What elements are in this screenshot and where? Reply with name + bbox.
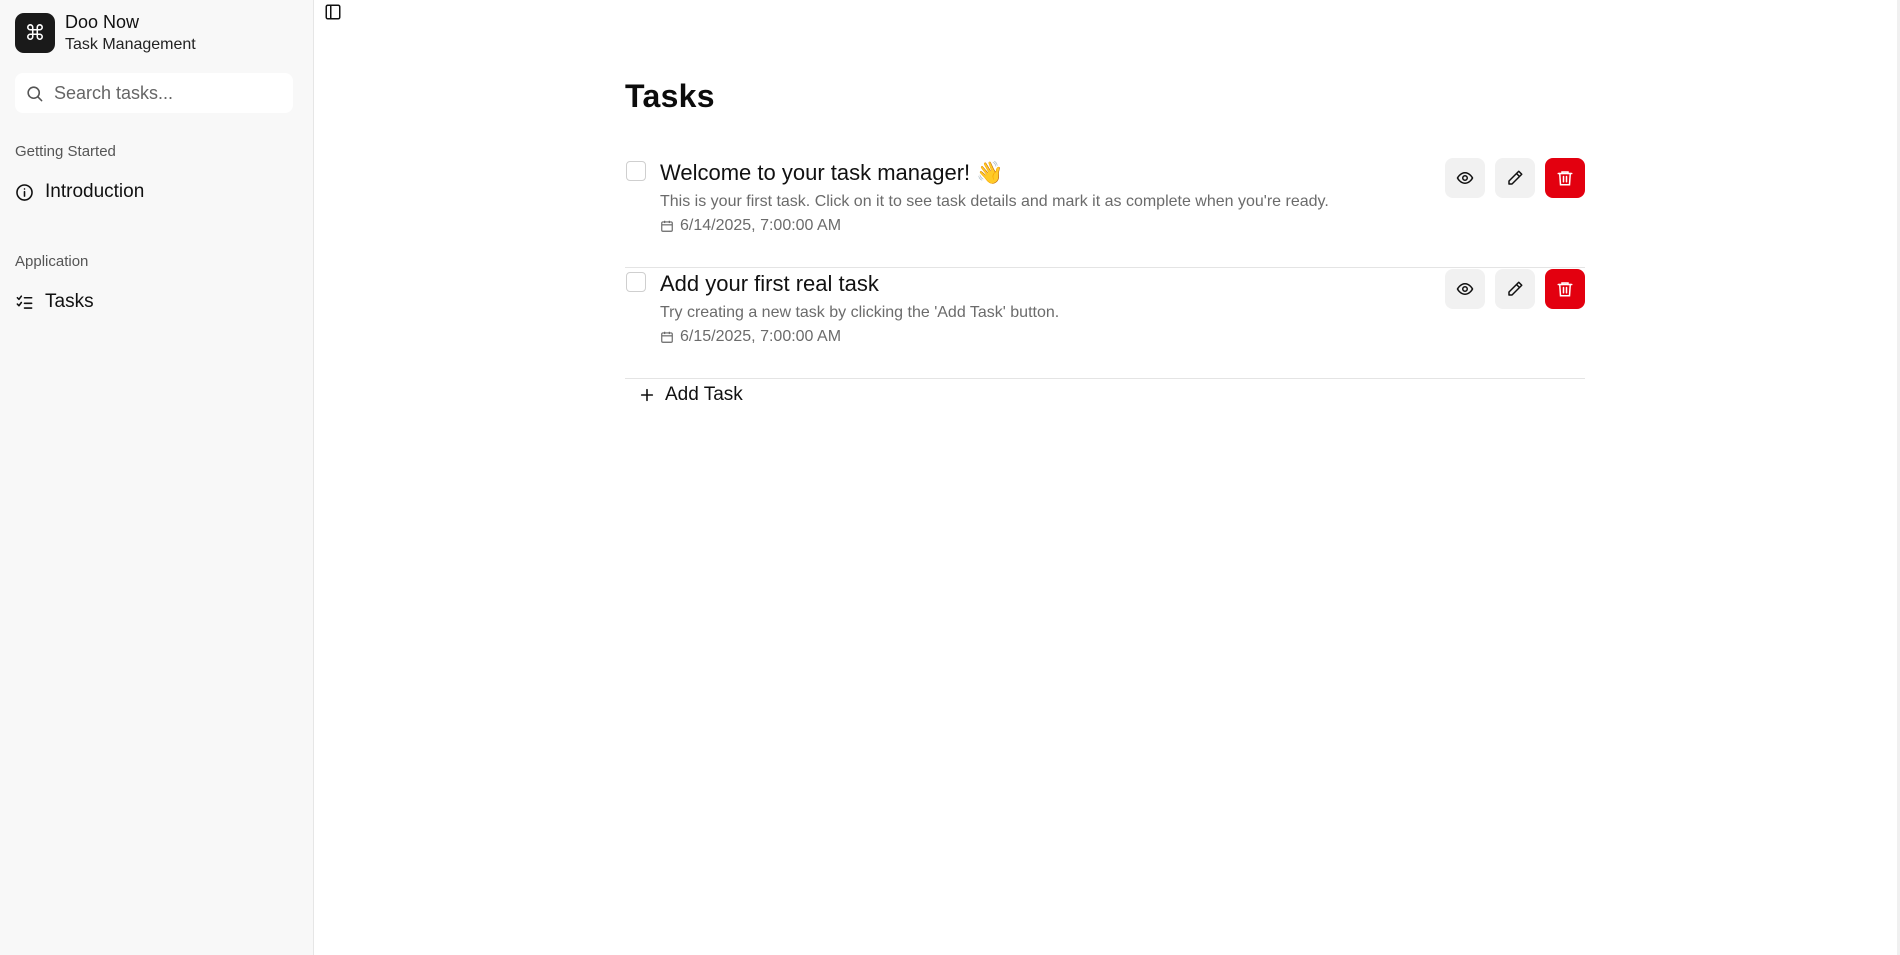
calendar-icon — [661, 331, 673, 343]
search-icon — [27, 85, 43, 101]
sidebar-item-label: Tasks — [45, 291, 94, 312]
sidebar-toggle-button[interactable] — [323, 2, 343, 22]
panel-left-icon — [325, 4, 341, 20]
list-checks-icon — [16, 294, 33, 309]
trash-icon — [1557, 171, 1573, 186]
task-description: Try creating a new task by clicking the … — [660, 304, 1060, 321]
pencil-icon — [1508, 170, 1523, 185]
task-description: This is your first task. Click on it to … — [660, 193, 1329, 210]
trash-icon — [1557, 282, 1573, 297]
group-label-application: Application — [15, 253, 89, 270]
search-input[interactable] — [54, 82, 274, 104]
add-task-label: Add Task — [665, 384, 743, 405]
sidebar-item-label: Introduction — [45, 181, 145, 202]
calendar-icon — [661, 220, 673, 232]
add-task-button[interactable]: Add Task — [639, 384, 743, 406]
task-date: 6/15/2025, 7:00:00 AM — [660, 328, 841, 346]
view-task-button[interactable] — [1445, 158, 1485, 198]
task-title: Welcome to your task manager! 👋 — [660, 160, 1004, 185]
page-title: Tasks — [625, 78, 715, 114]
group-label-getting-started: Getting Started — [15, 143, 116, 160]
view-task-button[interactable] — [1445, 269, 1485, 309]
task-item[interactable]: Welcome to your task manager! 👋 This is … — [625, 158, 1585, 268]
edit-task-button[interactable] — [1495, 158, 1535, 198]
task-date-text: 6/14/2025, 7:00:00 AM — [680, 217, 842, 234]
task-actions — [1445, 269, 1585, 309]
app-subtitle: Task Management — [65, 35, 196, 53]
info-icon — [16, 183, 33, 201]
task-actions — [1445, 158, 1585, 198]
task-date: 6/14/2025, 7:00:00 AM — [660, 217, 841, 235]
delete-task-button[interactable] — [1545, 269, 1585, 309]
command-icon: ⌘ — [15, 13, 55, 54]
task-checkbox[interactable] — [626, 161, 646, 181]
eye-icon — [1456, 282, 1474, 296]
sidebar-item-tasks[interactable]: Tasks — [15, 291, 94, 313]
task-item[interactable]: Add your first real task Try creating a … — [625, 269, 1585, 379]
app-window: ⌘ Doo Now Task Management Getting Starte… — [0, 0, 1900, 955]
task-date-text: 6/15/2025, 7:00:00 AM — [680, 328, 842, 345]
sidebar-item-introduction[interactable]: Introduction — [15, 181, 144, 203]
eye-icon — [1456, 171, 1474, 185]
plus-icon — [640, 388, 654, 402]
sidebar: ⌘ Doo Now Task Management Getting Starte… — [0, 0, 314, 955]
brand[interactable]: ⌘ Doo Now Task Management — [15, 12, 196, 54]
edit-task-button[interactable] — [1495, 269, 1535, 309]
app-name: Doo Now — [65, 12, 140, 32]
delete-task-button[interactable] — [1545, 158, 1585, 198]
task-title: Add your first real task — [660, 271, 879, 296]
task-checkbox[interactable] — [626, 272, 646, 292]
pencil-icon — [1508, 281, 1523, 296]
search-box[interactable] — [15, 73, 293, 113]
